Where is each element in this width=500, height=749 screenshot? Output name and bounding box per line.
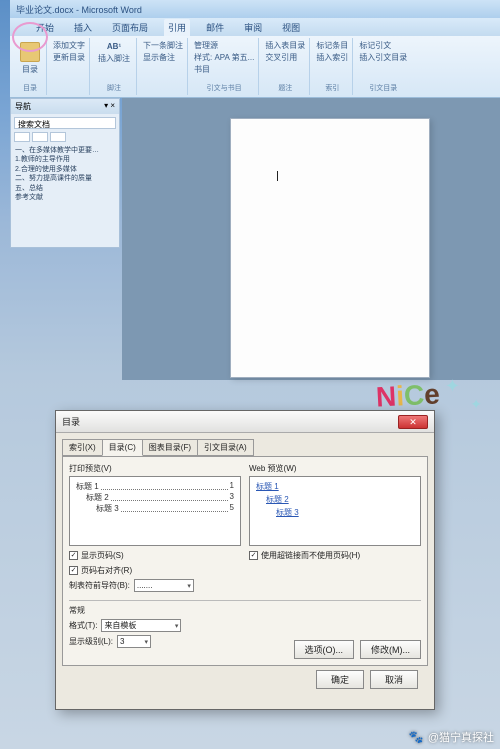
right-align-checkbox[interactable]: ✓页码右对齐(R) bbox=[69, 565, 241, 576]
navigation-pane: 导航 ▾ × 搜索文档 一、在多媒体教学中更要… 1.教师的主导作用 2.合理的… bbox=[10, 98, 120, 248]
nav-item[interactable]: 1.教师的主导作用 bbox=[15, 155, 115, 164]
group-footnotes-extra: 下一条脚注 显示备注 bbox=[139, 38, 188, 95]
style-dropdown[interactable]: 样式: APA 第五... bbox=[194, 52, 254, 63]
group-toc-extra: 添加文字 更新目录 bbox=[49, 38, 90, 95]
nav-tab-pages[interactable] bbox=[32, 132, 48, 142]
format-select[interactable]: 来自模板 bbox=[101, 619, 181, 632]
toc-dialog: 目录 ✕ 索引(X) 目录(C) 图表目录(F) 引文目录(A) 打印预览(V)… bbox=[55, 410, 435, 710]
nav-item[interactable]: 2.合理的使用多媒体 bbox=[15, 165, 115, 174]
sparkle-icon: ✦ bbox=[445, 376, 460, 397]
document-area bbox=[122, 98, 500, 380]
tab-view[interactable]: 视图 bbox=[278, 19, 304, 36]
print-preview-label: 打印预览(V) bbox=[69, 463, 241, 474]
dialog-tabs: 索引(X) 目录(C) 图表目录(F) 引文目录(A) bbox=[62, 439, 428, 456]
mark-entry-button[interactable]: 标记条目 bbox=[316, 40, 348, 51]
nav-header: 导航 ▾ × bbox=[11, 99, 119, 114]
nav-item[interactable]: 二、努力提高课件的质量 bbox=[15, 174, 115, 183]
nav-item[interactable]: 五、总结 bbox=[15, 184, 115, 193]
tab-review[interactable]: 审阅 bbox=[240, 19, 266, 36]
print-preview-box: 标题 11 标题 23 标题 35 bbox=[69, 476, 241, 546]
dialog-close-button[interactable]: ✕ bbox=[398, 415, 428, 429]
insert-toa-button[interactable]: 插入引文目录 bbox=[359, 52, 407, 63]
show-pages-checkbox[interactable]: ✓显示页码(S) bbox=[69, 550, 241, 561]
use-hyperlinks-checkbox[interactable]: ✓使用超链接而不使用页码(H) bbox=[249, 550, 421, 561]
tab-home[interactable]: 开始 bbox=[32, 19, 58, 36]
nav-tree: 一、在多媒体教学中更要… 1.教师的主导作用 2.合理的使用多媒体 二、努力提高… bbox=[11, 144, 119, 205]
mark-citation-button[interactable]: 标记引文 bbox=[359, 40, 407, 51]
insert-index-button[interactable]: 插入索引 bbox=[316, 52, 348, 63]
group-toc: 目录 目录 bbox=[14, 38, 47, 95]
levels-label: 显示级别(L): bbox=[69, 636, 113, 647]
dlg-tab-toc[interactable]: 目录(C) bbox=[102, 439, 143, 456]
tab-leader-label: 制表符前导符(B): bbox=[69, 580, 130, 591]
ribbon: 目录 目录 添加文字 更新目录 AB¹ 插入脚注 脚注 下一条脚注 bbox=[10, 36, 500, 98]
group-footnotes: AB¹ 插入脚注 脚注 bbox=[92, 38, 137, 95]
dialog-tab-panel: 打印预览(V) 标题 11 标题 23 标题 35 ✓显示页码(S) ✓页码右对… bbox=[62, 456, 428, 666]
dlg-tab-authorities[interactable]: 引文目录(A) bbox=[197, 439, 254, 456]
nav-tab-results[interactable] bbox=[50, 132, 66, 142]
insert-footnote-button[interactable]: AB¹ 插入脚注 bbox=[96, 40, 132, 66]
word-window: 毕业论文.docx - Microsoft Word 开始 插入 页面布局 引用… bbox=[10, 0, 500, 380]
dialog-title-bar[interactable]: 目录 ✕ bbox=[56, 411, 434, 433]
insert-tof-button[interactable]: 插入表目录 bbox=[265, 40, 305, 51]
group-index: 标记条目 插入索引 索引 bbox=[312, 38, 353, 95]
next-footnote-button[interactable]: 下一条脚注 bbox=[143, 40, 183, 51]
dlg-tab-figures[interactable]: 图表目录(F) bbox=[142, 439, 198, 456]
manage-sources-button[interactable]: 管理源 bbox=[194, 40, 254, 51]
doc-title: 毕业论文.docx - Microsoft Word bbox=[16, 3, 142, 16]
paw-icon: 🐾 bbox=[409, 730, 424, 744]
levels-spinner[interactable]: 3 bbox=[117, 635, 151, 648]
nav-tab-headings[interactable] bbox=[14, 132, 30, 142]
sparkle-icon: ✦ bbox=[470, 396, 482, 413]
cancel-button[interactable]: 取消 bbox=[370, 670, 418, 689]
tab-mail[interactable]: 邮件 bbox=[202, 19, 228, 36]
watermark: 🐾 @猫宁真探社 bbox=[409, 729, 494, 745]
options-button[interactable]: 选项(O)... bbox=[294, 640, 355, 659]
tab-references[interactable]: 引用 bbox=[164, 19, 190, 36]
show-notes-button[interactable]: 显示备注 bbox=[143, 52, 183, 63]
cross-ref-button[interactable]: 交叉引用 bbox=[265, 52, 305, 63]
nav-search-input[interactable]: 搜索文档 bbox=[14, 117, 116, 129]
nav-close-icon[interactable]: ▾ × bbox=[104, 101, 115, 112]
toc-button[interactable]: 目录 bbox=[18, 40, 42, 77]
group-label-footnotes: 脚注 bbox=[96, 83, 132, 93]
format-label: 格式(T): bbox=[69, 620, 97, 631]
modify-button[interactable]: 修改(M)... bbox=[360, 640, 421, 659]
bibliography-button[interactable]: 书目 bbox=[194, 64, 254, 75]
ok-button[interactable]: 确定 bbox=[316, 670, 364, 689]
web-preview-label: Web 预览(W) bbox=[249, 463, 421, 474]
page[interactable] bbox=[230, 118, 430, 378]
group-citations: 管理源 样式: APA 第五... 书目 引文与书目 bbox=[190, 38, 259, 95]
update-toc-button[interactable]: 更新目录 bbox=[53, 52, 85, 63]
group-captions: 插入表目录 交叉引用 题注 bbox=[261, 38, 310, 95]
group-label-toc: 目录 bbox=[18, 83, 42, 93]
group-label-toa: 引文目录 bbox=[359, 83, 407, 93]
web-link: 标题 2 bbox=[256, 494, 414, 505]
general-label: 常规 bbox=[69, 605, 421, 616]
nav-item[interactable]: 参考文献 bbox=[15, 193, 115, 202]
tab-insert[interactable]: 插入 bbox=[70, 19, 96, 36]
tab-leader-select[interactable]: ....... bbox=[134, 579, 194, 592]
group-label-index: 索引 bbox=[316, 83, 348, 93]
nav-item[interactable]: 一、在多媒体教学中更要… bbox=[15, 146, 115, 155]
group-toa: 标记引文 插入引文目录 引文目录 bbox=[355, 38, 411, 95]
web-link: 标题 1 bbox=[256, 481, 414, 492]
tab-layout[interactable]: 页面布局 bbox=[108, 19, 152, 36]
toc-icon bbox=[20, 42, 40, 62]
title-bar: 毕业论文.docx - Microsoft Word bbox=[10, 0, 500, 18]
text-cursor bbox=[277, 171, 278, 181]
group-label-citations: 引文与书目 bbox=[194, 83, 254, 93]
nav-tabs bbox=[14, 132, 116, 142]
web-link: 标题 3 bbox=[256, 507, 414, 518]
group-label-captions: 题注 bbox=[265, 83, 305, 93]
ribbon-tabs: 开始 插入 页面布局 引用 邮件 审阅 视图 bbox=[10, 18, 500, 36]
web-preview-box: 标题 1 标题 2 标题 3 bbox=[249, 476, 421, 546]
add-text-button[interactable]: 添加文字 bbox=[53, 40, 85, 51]
dlg-tab-index[interactable]: 索引(X) bbox=[62, 439, 103, 456]
dialog-title: 目录 bbox=[62, 415, 80, 428]
